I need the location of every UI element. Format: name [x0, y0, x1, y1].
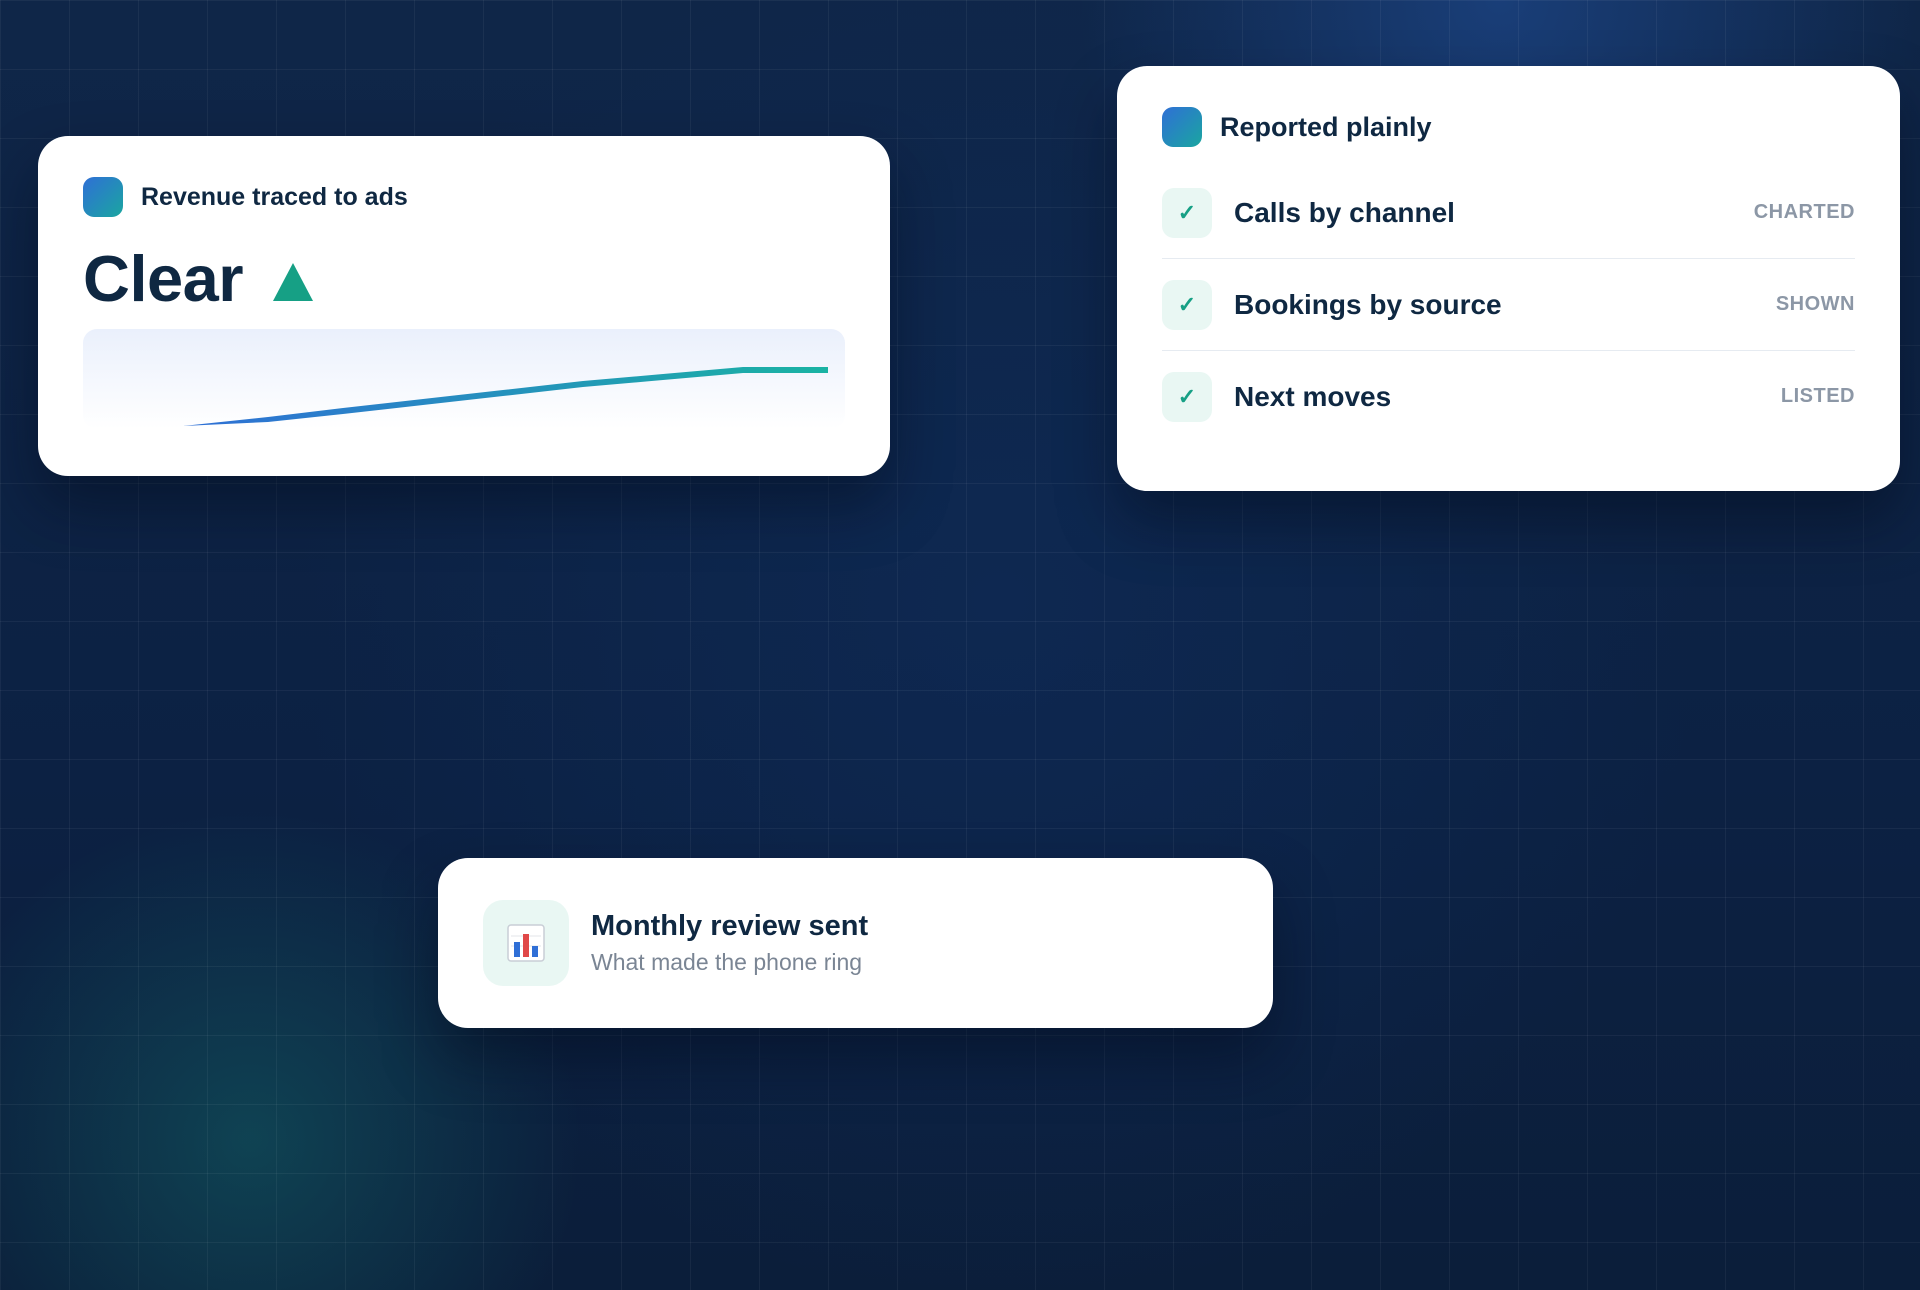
report-list: ✓ Calls by channel CHARTED ✓ Bookings by… [1162, 167, 1855, 442]
triangle-up-icon [273, 263, 314, 301]
bar-chart-icon [507, 924, 545, 962]
monthly-text: Monthly review sent What made the phone … [591, 910, 868, 976]
list-item: ✓ Next moves LISTED [1162, 351, 1855, 442]
report-item-label: Next moves [1234, 380, 1392, 412]
monthly-subtitle: What made the phone ring [591, 949, 863, 975]
check-icon: ✓ [1162, 187, 1212, 238]
report-card-header: Reported plainly [1162, 107, 1855, 147]
revenue-card-header: Revenue traced to ads [83, 177, 845, 217]
monthly-review-card: Monthly review sent What made the phone … [438, 858, 1273, 1028]
monthly-title: Monthly review sent [591, 910, 869, 942]
list-item: ✓ Calls by channel CHARTED [1162, 167, 1855, 259]
brand-chip-icon [1162, 107, 1202, 147]
report-item-label: Bookings by source [1234, 288, 1502, 320]
report-card: Reported plainly ✓ Calls by channel CHAR… [1117, 66, 1900, 491]
sparkline-area [83, 329, 845, 429]
status-badge: LISTED [1780, 385, 1855, 407]
sparkline-path [183, 367, 828, 426]
bar-chart-tile [483, 900, 569, 986]
list-item: ✓ Bookings by source SHOWN [1162, 259, 1855, 351]
status-badge: SHOWN [1775, 293, 1855, 315]
check-icon: ✓ [1162, 371, 1212, 422]
brand-chip-icon [83, 177, 123, 217]
revenue-card-title: Revenue traced to ads [141, 182, 408, 211]
revenue-card: Revenue traced to ads Clear [38, 136, 890, 476]
revenue-headline: Clear [83, 241, 244, 315]
status-badge: CHARTED [1753, 201, 1855, 223]
sparkline-chart [183, 367, 828, 426]
headline-row: Clear [83, 237, 845, 319]
report-card-title: Reported plainly [1220, 111, 1432, 142]
report-item-label: Calls by channel [1234, 196, 1455, 228]
check-icon: ✓ [1162, 279, 1212, 330]
